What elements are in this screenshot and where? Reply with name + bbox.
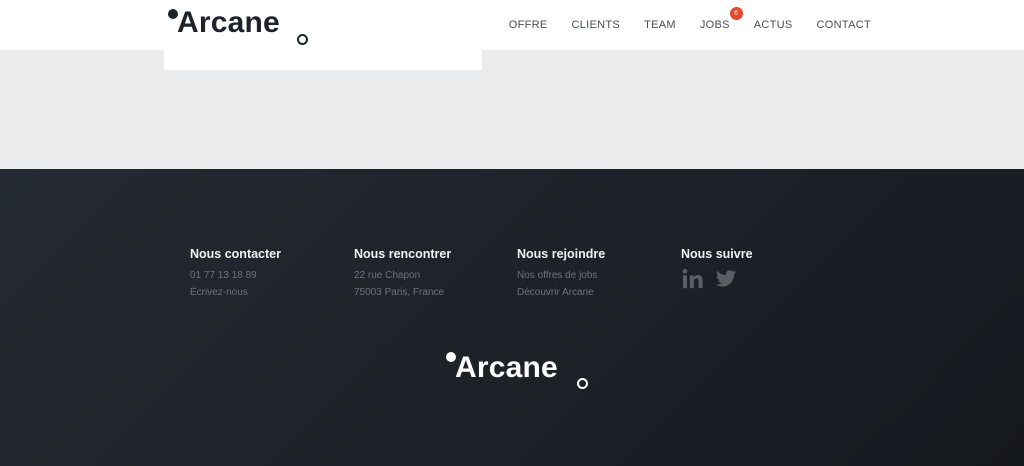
site-footer: Nous contacter 01 77 13 18 89 Écrivez-no…: [0, 169, 1024, 466]
nav-item-clients[interactable]: CLIENTS: [572, 19, 621, 31]
footer-col-contact: Nous contacter 01 77 13 18 89 Écrivez-no…: [190, 246, 340, 301]
nav-item-contact[interactable]: CONTACT: [817, 19, 871, 31]
social-links: [681, 268, 831, 290]
nav-item-actus[interactable]: ACTUS: [754, 19, 793, 31]
main-nav: OFFRE CLIENTS TEAM JOBS 6 ACTUS CONTACT: [485, 0, 871, 50]
footer-col-meet: Nous rencontrer 22 rue Chapon 75003 Pari…: [354, 246, 504, 301]
footer-brand-logo[interactable]: Arcane: [445, 349, 595, 395]
site-header: Arcane OFFRE CLIENTS TEAM JOBS 6 ACTUS C…: [0, 0, 1024, 50]
phone-link[interactable]: 01 77 13 18 89: [190, 268, 340, 285]
linkedin-icon[interactable]: [681, 268, 705, 290]
write-us-link[interactable]: Écrivez-nous: [190, 285, 340, 302]
logo-text: Arcane: [455, 351, 558, 384]
logo-ring: [297, 34, 308, 45]
discover-arcane-link[interactable]: Découvrir Arcane: [517, 285, 667, 302]
twitter-icon[interactable]: [714, 268, 738, 290]
logo-ring: [577, 378, 588, 389]
footer-col-title: Nous rencontrer: [354, 247, 452, 261]
brand-logo[interactable]: Arcane: [166, 4, 316, 50]
job-offers-link[interactable]: Nos offres de jobs: [517, 268, 667, 285]
footer-col-title: Nous suivre: [681, 247, 753, 261]
footer-col-follow: Nous suivre: [681, 246, 831, 290]
footer-col-join: Nous rejoindre Nos offres de jobs Découv…: [517, 246, 667, 301]
nav-item-team[interactable]: TEAM: [644, 19, 676, 31]
footer-col-title: Nous contacter: [190, 247, 281, 261]
address-city-link[interactable]: 75003 Paris, France: [354, 285, 504, 302]
nav-item-jobs[interactable]: JOBS 6: [699, 7, 743, 31]
address-street-link[interactable]: 22 rue Chapon: [354, 268, 504, 285]
nav-item-jobs-label: JOBS: [699, 19, 730, 31]
logo-text: Arcane: [177, 6, 280, 39]
nav-item-offre[interactable]: OFFRE: [509, 19, 548, 31]
content-panel: [164, 50, 482, 70]
footer-col-title: Nous rejoindre: [517, 247, 606, 261]
jobs-count-badge: 6: [729, 7, 743, 20]
